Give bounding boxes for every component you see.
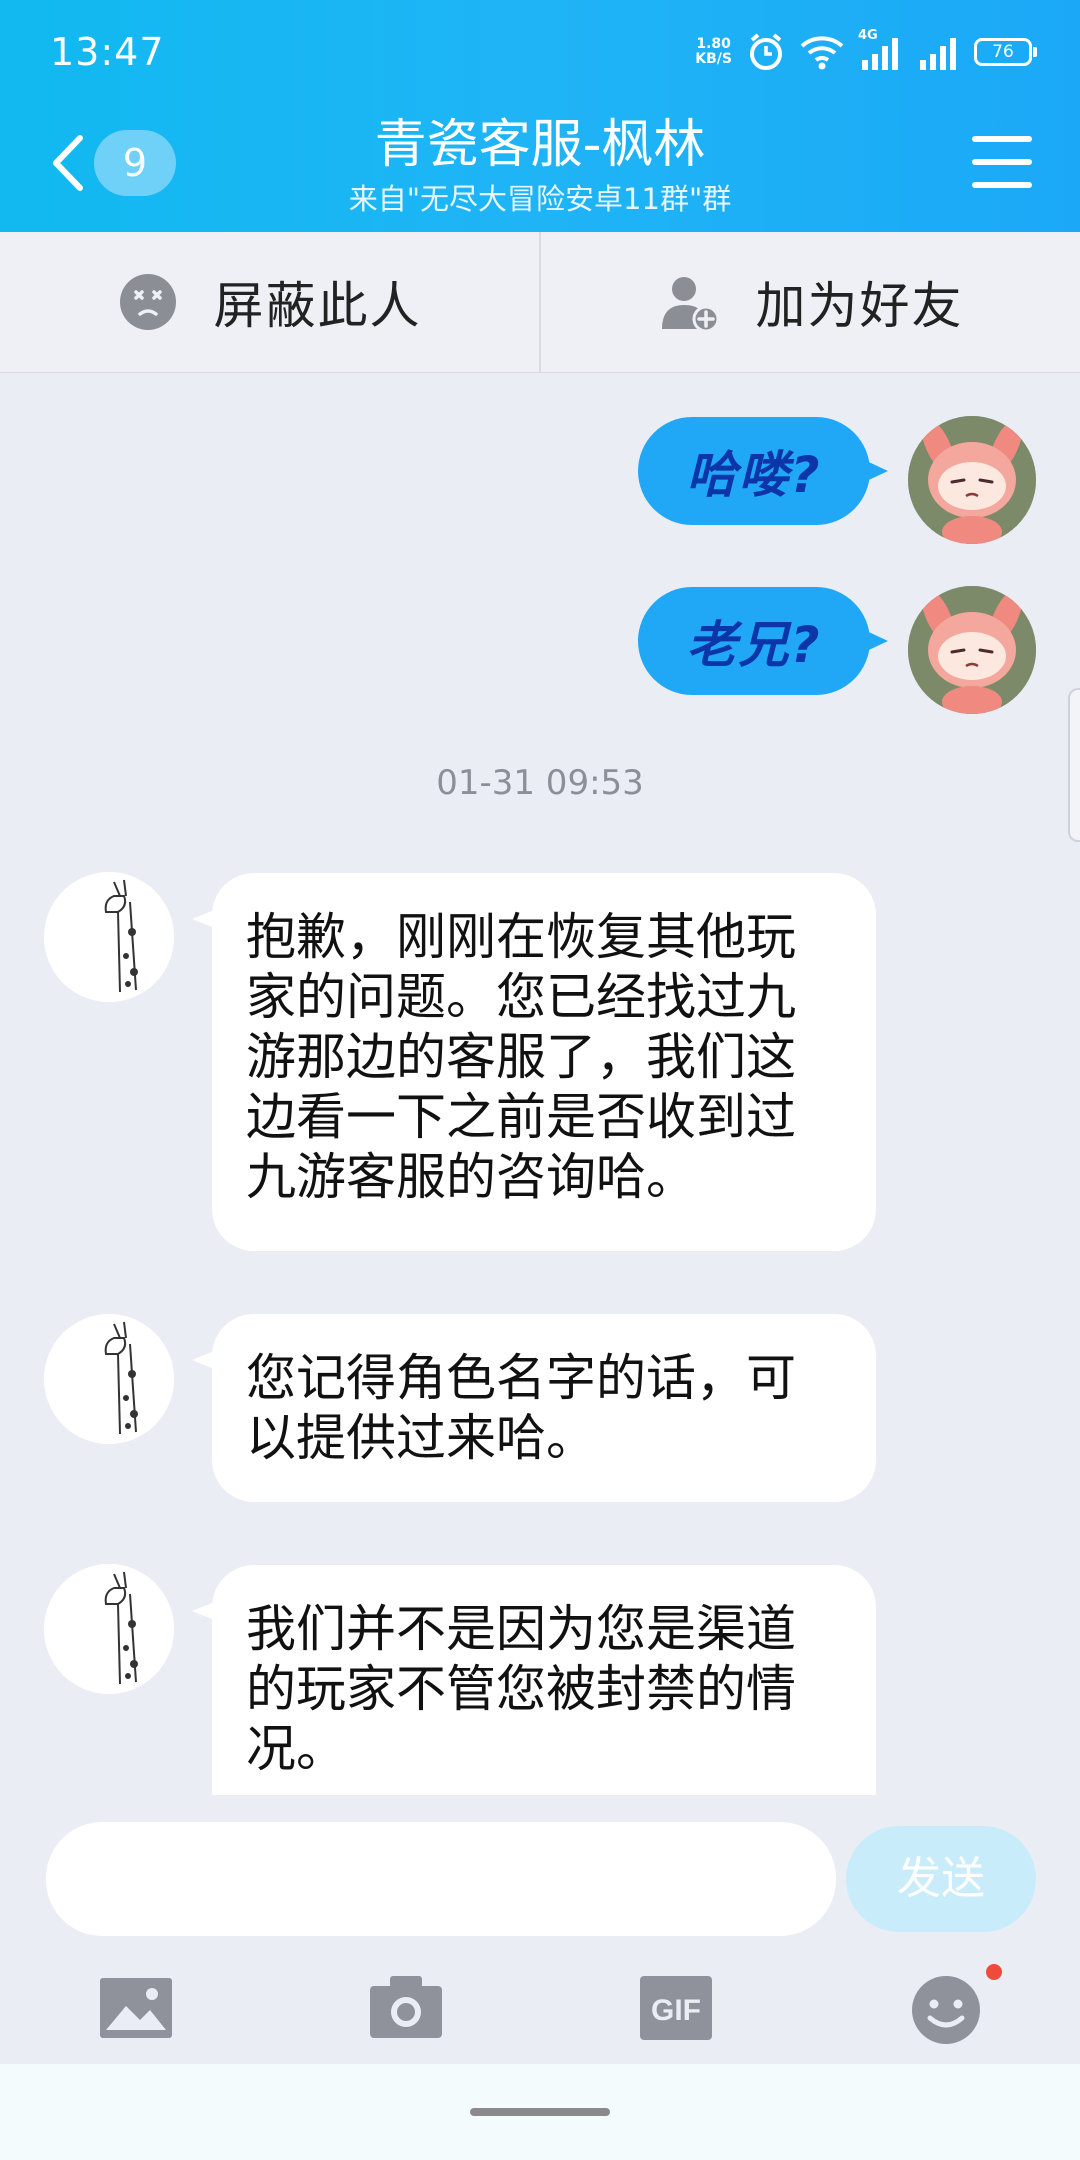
status-icons: 1.80 KB/S 4G 76 [695,28,1037,74]
alarm-icon [750,33,782,70]
gif-button[interactable]: GIF [636,1968,716,2048]
signal-icon [862,38,898,70]
giraffe-avatar-icon [44,1564,174,1694]
net-speed: 1.80 KB/S [695,36,732,67]
emoji-button[interactable] [906,1964,1002,2048]
outgoing-message[interactable]: 老兄? [638,587,888,695]
chat-subtitle: 来自"无尽大冒险安卓11群"群 [348,182,732,216]
contact-avatar[interactable] [44,872,174,1002]
status-time: 13:47 [50,30,165,74]
camera-icon [370,1976,442,2038]
svg-text:GIF: GIF [651,1994,701,2027]
incoming-message[interactable]: 您记得角色名字的话，可以提供过来哈。 [192,1314,876,1502]
contact-avatar[interactable] [44,1564,174,1694]
notification-dot [986,1964,1002,1980]
chat-header: 13:47 1.80 KB/S 4G 76 9 青瓷客服-枫林 来自"无尽大冒险… [0,0,1080,232]
signal-icon-2 [920,38,956,70]
battery-icon: 76 [974,38,1037,66]
pink-bunny-avatar-icon [908,586,1036,714]
giraffe-avatar-icon [44,872,174,1002]
navigation-bar [0,2064,1080,2160]
block-user-label: 屏蔽此人 [213,277,422,335]
incoming-message[interactable]: 我们并不是因为您是渠道的玩家不管您被封禁的情况。 [192,1565,876,1795]
outgoing-message[interactable]: 哈喽? [638,417,888,525]
wifi-icon [800,36,844,70]
message-timestamp: 01-31 09:53 [436,763,644,803]
add-friend-icon [661,277,719,333]
image-icon [100,1978,172,2038]
pink-bunny-avatar-icon [908,416,1036,544]
message-input[interactable] [46,1822,836,1936]
self-avatar[interactable] [908,416,1036,544]
camera-button[interactable] [366,1968,446,2048]
signal-4g: 4G [858,28,902,72]
send-button[interactable]: 发送 [846,1826,1036,1932]
status-bar: 13:47 1.80 KB/S 4G 76 [0,0,1080,100]
add-friend-label: 加为好友 [755,277,964,335]
gif-icon: GIF [640,1976,712,2040]
menu-button[interactable] [972,136,1032,188]
home-gesture-handle[interactable] [470,2108,610,2116]
stranger-action-bar: 屏蔽此人 加为好友 [0,232,1080,373]
block-face-icon [119,274,176,330]
chat-title: 青瓷客服-枫林 [374,115,706,175]
block-user-button[interactable]: 屏蔽此人 [0,232,541,372]
emoji-icon [912,1976,980,2044]
incoming-message[interactable]: 抱歉，刚刚在恢复其他玩家的问题。您已经找过九游那边的客服了，我们这边看一下之前是… [192,873,876,1251]
giraffe-avatar-icon [44,1314,174,1444]
image-button[interactable] [96,1968,176,2048]
self-avatar[interactable] [908,586,1036,714]
composer-toolbar: GIF [0,1960,1080,2080]
contact-avatar[interactable] [44,1314,174,1444]
add-friend-button[interactable]: 加为好友 [541,232,1080,372]
